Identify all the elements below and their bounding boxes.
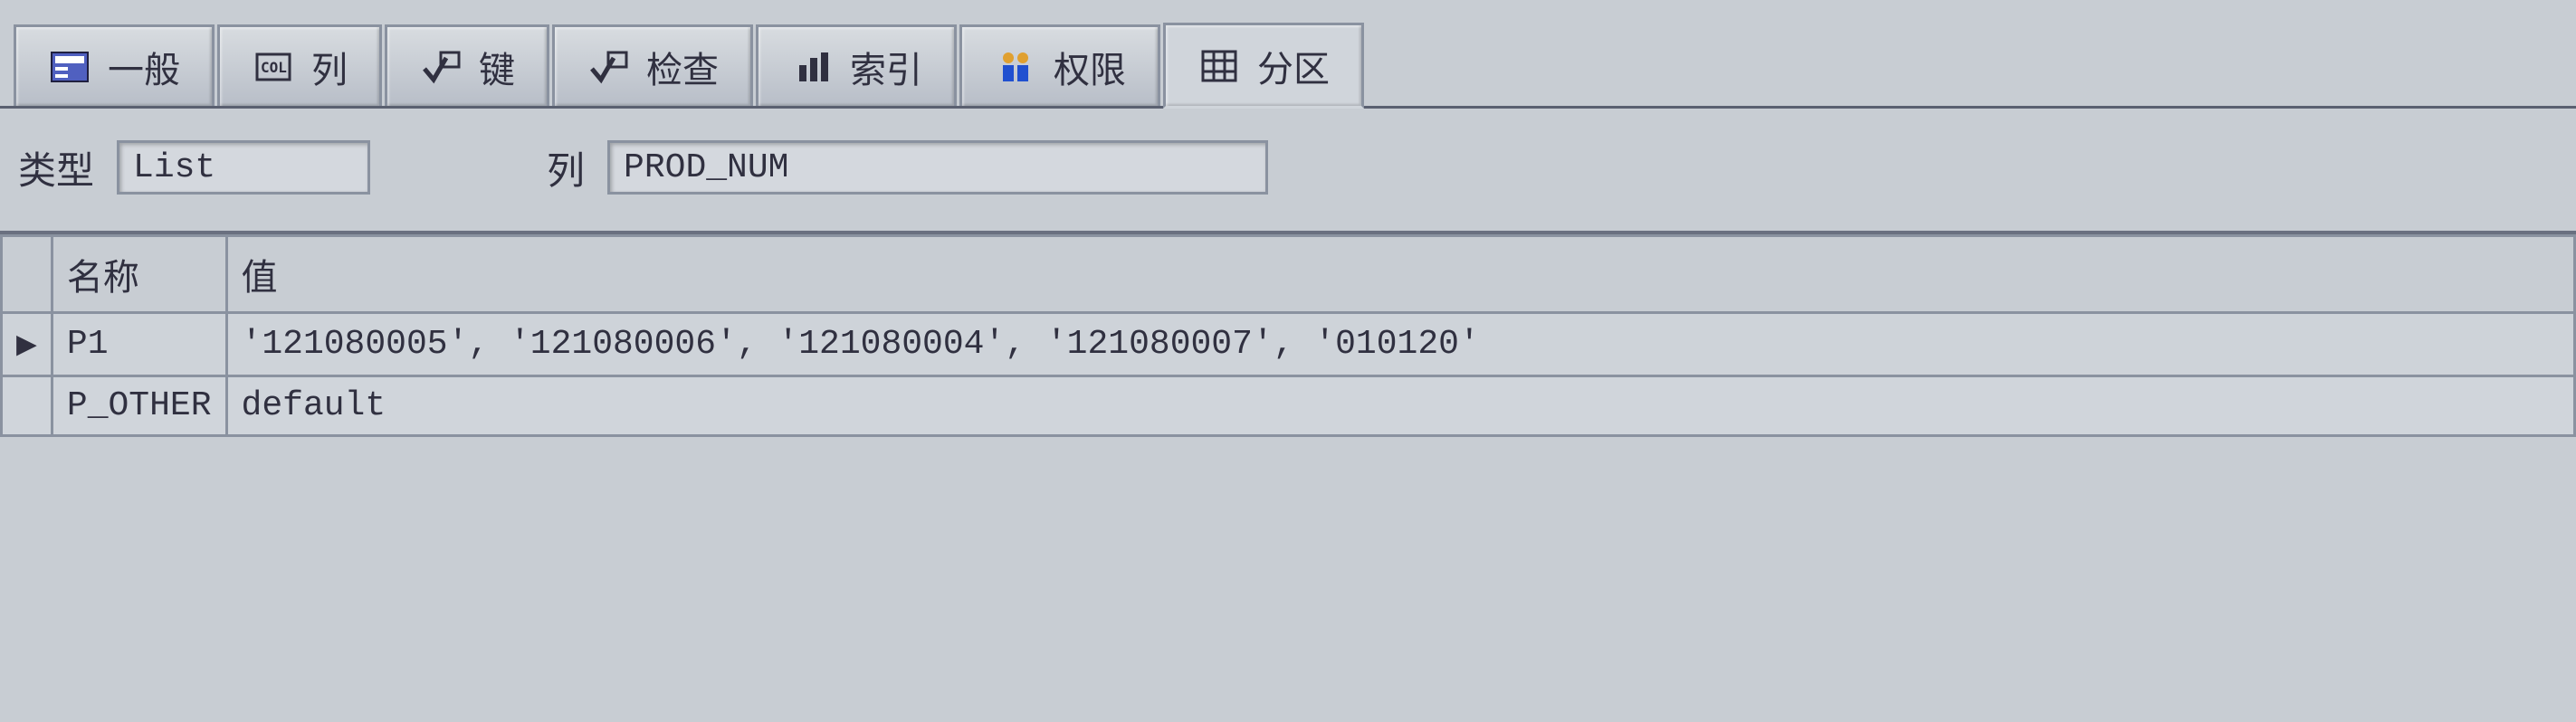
check-key-icon	[419, 45, 463, 89]
partition-form: 类型 List 列 PROD_NUM	[0, 109, 2576, 226]
grid-header-row: 名称 值	[2, 236, 2575, 313]
tab-label-indexes: 索引	[850, 41, 922, 93]
cell-value[interactable]: default	[226, 376, 2574, 436]
svg-text:COL: COL	[261, 59, 287, 76]
tab-label-columns: 列	[311, 41, 348, 93]
tab-columns[interactable]: COL 列	[217, 24, 382, 106]
column-input[interactable]: PROD_NUM	[607, 140, 1268, 195]
partition-grid: 名称 值 ▶ P1 '121080005', '121080006', '121…	[0, 234, 2576, 437]
privileges-icon	[994, 45, 1037, 89]
row-indicator: ▶	[2, 313, 52, 376]
tab-bar: 一般 COL 列 键 检查	[0, 0, 2576, 109]
tab-checks[interactable]: 检查	[552, 24, 753, 106]
tab-label-general: 一般	[108, 41, 180, 93]
header-name[interactable]: 名称	[52, 236, 226, 313]
type-label: 类型	[18, 140, 94, 195]
tab-indexes[interactable]: 索引	[756, 24, 957, 106]
tab-label-partitions: 分区	[1257, 40, 1330, 92]
table-row[interactable]: P_OTHER default	[2, 376, 2575, 436]
tab-label-checks: 检查	[646, 41, 719, 93]
column-icon: COL	[252, 45, 295, 89]
column-label: 列	[547, 140, 585, 195]
table-row[interactable]: ▶ P1 '121080005', '121080006', '12108000…	[2, 313, 2575, 376]
partition-grid-container: 名称 值 ▶ P1 '121080005', '121080006', '121…	[0, 231, 2576, 437]
index-icon	[790, 45, 834, 89]
cell-name[interactable]: P_OTHER	[52, 376, 226, 436]
tab-privileges[interactable]: 权限	[959, 24, 1160, 106]
form-icon	[48, 45, 91, 89]
cell-name[interactable]: P1	[52, 313, 226, 376]
tab-partitions[interactable]: 分区	[1163, 23, 1364, 109]
row-indicator	[2, 376, 52, 436]
tab-label-keys: 键	[479, 41, 515, 93]
header-value[interactable]: 值	[226, 236, 2574, 313]
check-icon	[587, 45, 630, 89]
tab-label-privileges: 权限	[1054, 41, 1126, 93]
tab-keys[interactable]: 键	[385, 24, 549, 106]
type-input[interactable]: List	[117, 140, 370, 195]
tab-general[interactable]: 一般	[14, 24, 215, 106]
partition-grid-icon	[1197, 44, 1241, 88]
cell-value[interactable]: '121080005', '121080006', '121080004', '…	[226, 313, 2574, 376]
indicator-header[interactable]	[2, 236, 52, 313]
